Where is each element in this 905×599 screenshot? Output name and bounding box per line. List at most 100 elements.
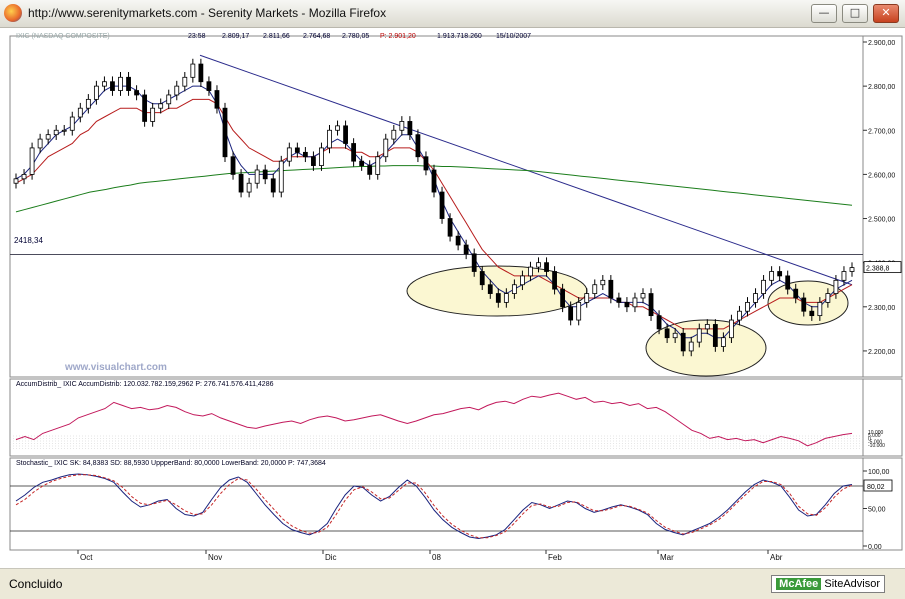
- candle-body: [254, 169, 260, 184]
- candle-body: [383, 138, 389, 158]
- candle-body: [415, 134, 421, 158]
- candle-body: [576, 301, 582, 321]
- candle-body: [777, 271, 783, 277]
- candle-body: [214, 90, 220, 109]
- candle-body: [616, 297, 622, 303]
- candle-body: [126, 76, 131, 91]
- candle-body: [391, 129, 397, 140]
- candle-body: [423, 156, 429, 171]
- last-price-label: 2.388,8: [866, 266, 889, 273]
- watermark: www.visualchart.com: [64, 362, 167, 373]
- candle-body: [222, 107, 228, 158]
- candle-body: [37, 138, 43, 149]
- time-tick-label: Feb: [548, 553, 562, 562]
- candle-body: [584, 293, 590, 303]
- candle-body: [431, 169, 437, 193]
- candle-body: [238, 173, 244, 193]
- candle-body: [536, 262, 541, 268]
- candle-body: [198, 63, 204, 83]
- candle-body: [729, 319, 734, 339]
- support-ellipse: [406, 265, 588, 317]
- candle-body: [118, 76, 123, 91]
- candle-body: [624, 301, 630, 308]
- candle-body: [849, 267, 855, 272]
- candle-body: [53, 129, 59, 136]
- candle-body: [809, 310, 815, 317]
- candle-body: [262, 169, 268, 180]
- candle-body: [753, 293, 758, 303]
- candle-body: [110, 81, 115, 91]
- candle-body: [503, 293, 509, 303]
- candle-body: [102, 81, 107, 87]
- candle-body: [544, 262, 549, 272]
- candle-body: [696, 328, 702, 343]
- candle-body: [206, 81, 212, 91]
- chart-svg: IXIC (NASDAQ COMPOSITE) 23:58 2.809,17 2…: [9, 33, 903, 562]
- candle-body: [769, 271, 775, 281]
- candle-body: [286, 147, 292, 162]
- candle-body: [520, 275, 525, 286]
- candle-body: [85, 98, 91, 109]
- status-bar: Concluido McAfee SiteAdvisor: [0, 568, 905, 599]
- candle-body: [761, 279, 766, 294]
- candle-body: [407, 121, 413, 136]
- time-tick-label: Abr: [770, 553, 783, 562]
- mcafee-brand: McAfee: [776, 578, 822, 590]
- candle-body: [745, 301, 750, 312]
- firefox-icon: [4, 4, 22, 22]
- candle-body: [166, 94, 172, 105]
- candle-body: [319, 147, 324, 166]
- time-tick-label: 08: [432, 553, 441, 562]
- window-titlebar: http://www.serenitymarkets.com - Serenit…: [0, 0, 905, 28]
- candle-body: [230, 156, 236, 175]
- candle-body: [439, 191, 445, 219]
- stoch-label: Stochastic_ IXIC SK: 84,8383 SD: 88,5930…: [16, 460, 326, 467]
- candle-body: [343, 125, 348, 144]
- candle-body: [560, 288, 566, 308]
- candle-body: [335, 125, 340, 131]
- candle-body: [704, 324, 710, 330]
- candle-body: [134, 90, 139, 96]
- candle-body: [190, 63, 196, 78]
- candle-body: [270, 178, 276, 193]
- minimize-button[interactable]: —: [811, 4, 837, 23]
- close-button[interactable]: ✕: [873, 4, 899, 23]
- candle-body: [174, 85, 180, 96]
- price-tick-label: 2.800,00: [868, 84, 895, 91]
- candle-body: [528, 266, 533, 277]
- candle-body: [455, 235, 461, 246]
- candle-body: [69, 116, 75, 131]
- candle-body: [21, 173, 27, 180]
- price-tick-label: 2.900,00: [868, 40, 895, 47]
- mcafee-siteadvisor-button[interactable]: McAfee SiteAdvisor: [771, 575, 885, 593]
- header-open: 2.809,17: [222, 33, 249, 40]
- candle-body: [13, 178, 19, 184]
- candle-body: [648, 293, 654, 317]
- price-tick-label: 2.200,00: [868, 349, 895, 356]
- candle-body: [29, 147, 35, 175]
- candle-body: [327, 129, 332, 149]
- candle-body: [479, 271, 485, 286]
- stoch-last-label: 80,02: [867, 484, 885, 491]
- accum-label: AccumDistrib_ IXIC AccumDistrib: 120.032…: [16, 381, 274, 388]
- candle-body: [302, 151, 308, 158]
- stoch-tick-label: 100,00: [868, 469, 890, 476]
- candle-body: [359, 160, 365, 166]
- price-tick-label: 2.700,00: [868, 128, 895, 135]
- candle-body: [158, 103, 164, 109]
- candle-body: [142, 94, 148, 122]
- time-tick-label: Dic: [325, 553, 337, 562]
- candle-body: [712, 324, 718, 347]
- candle-body: [680, 332, 686, 352]
- candle-body: [471, 253, 477, 272]
- candle-body: [825, 293, 831, 303]
- accum-panel: [9, 378, 864, 457]
- header-p: P: 2.901,20: [380, 33, 416, 40]
- candle-body: [61, 129, 67, 132]
- candle-body: [351, 143, 357, 162]
- candle-body: [246, 182, 252, 193]
- candle-body: [817, 301, 823, 317]
- time-axis: Oct Nov Dic 08 Feb Mar Abr: [77, 550, 783, 562]
- candle-body: [278, 160, 284, 193]
- maximize-button[interactable]: □: [842, 4, 868, 23]
